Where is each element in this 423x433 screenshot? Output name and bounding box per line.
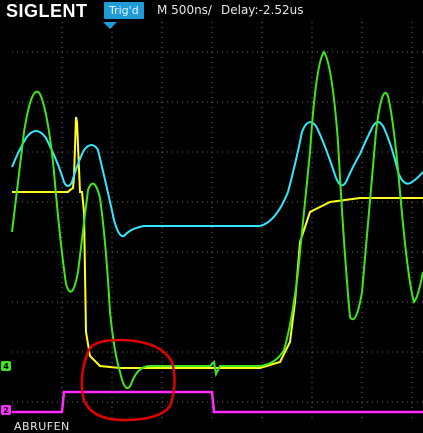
timebase-readout[interactable]: M 500ns/: [157, 3, 212, 18]
bottom-status-label: ABRUFEN: [14, 420, 70, 433]
channel-4-marker[interactable]: 4: [1, 361, 11, 371]
trigger-status-badge[interactable]: Trig'd: [104, 2, 144, 19]
trigger-pointer-icon[interactable]: [103, 22, 117, 29]
red-circle-annotation: [80, 338, 176, 422]
waveform-display: [11, 22, 423, 422]
scope-status-bar: SIGLENT Trig'd M 500ns/ Delay:-2.52us: [0, 0, 423, 22]
brand-logo: SIGLENT: [6, 1, 88, 21]
delay-readout[interactable]: Delay:-2.52us: [221, 3, 304, 18]
oscilloscope-screenshot: SIGLENT Trig'd M 500ns/ Delay:-2.52us 4 …: [0, 0, 423, 433]
grid: [12, 22, 423, 418]
cyan-trace: [11, 121, 423, 238]
channel-2-marker[interactable]: 2: [1, 405, 11, 415]
yellow-trace: [12, 116, 423, 369]
